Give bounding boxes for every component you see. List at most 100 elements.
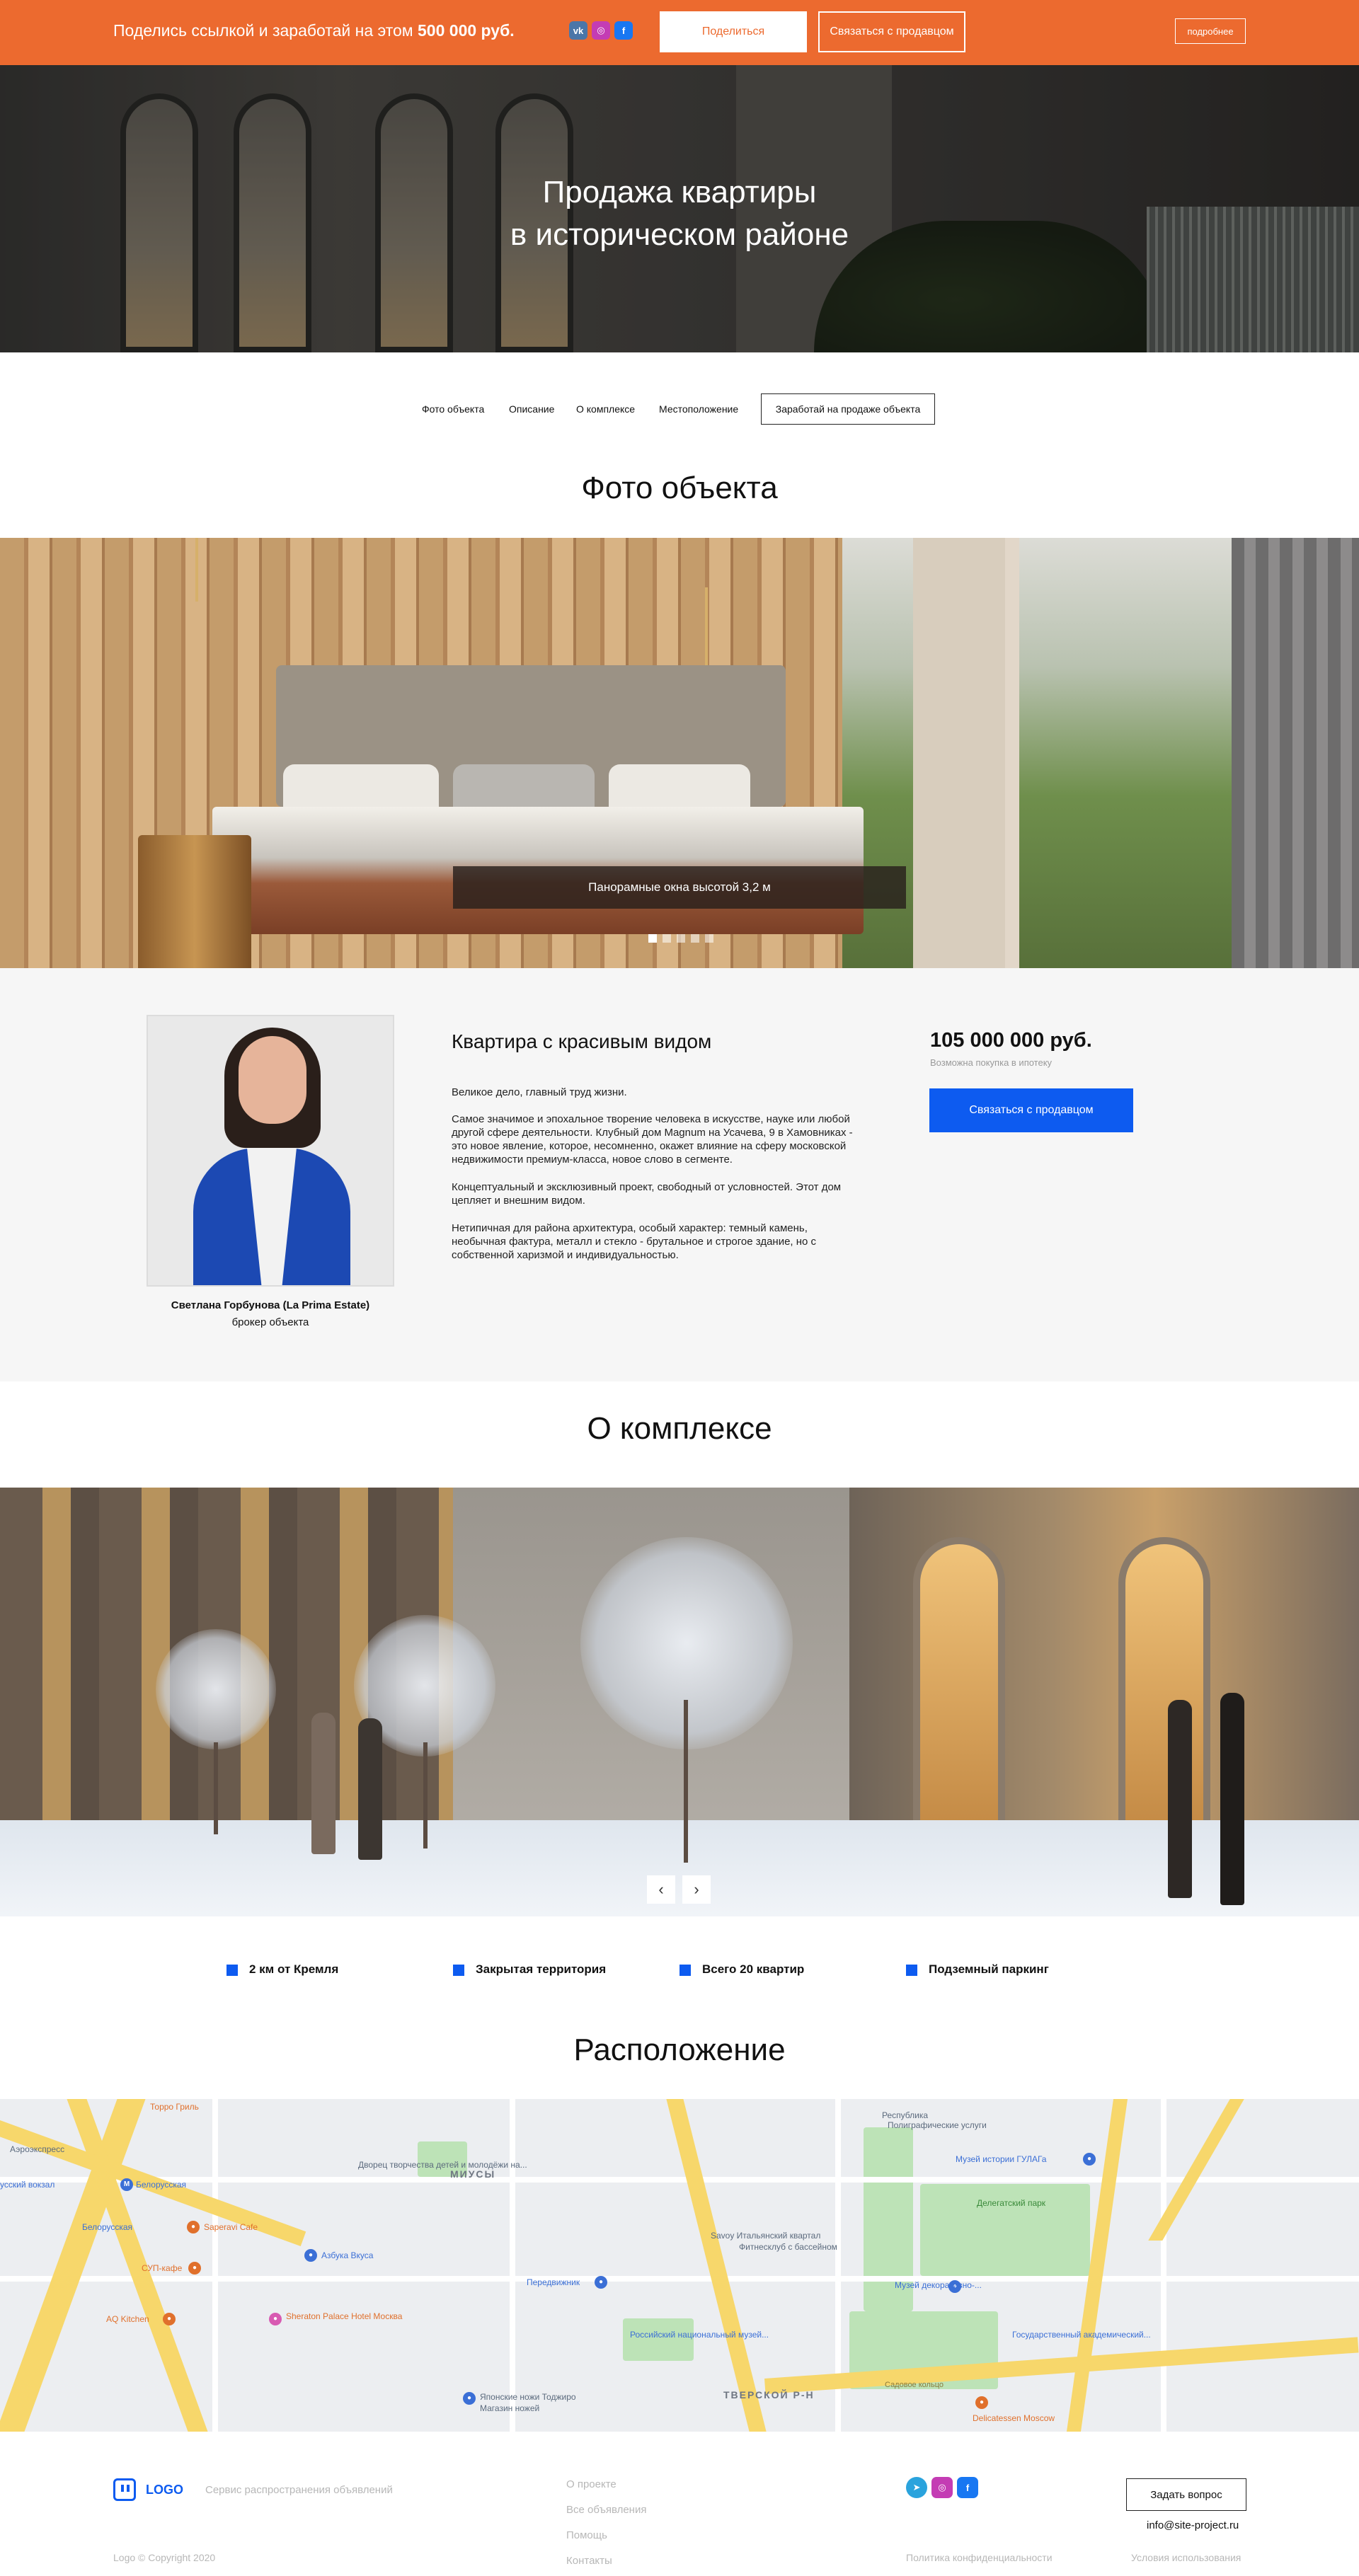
map-label[interactable]: Музей истории ГУЛАГа xyxy=(956,2154,1046,2164)
promo-amount: 500 000 руб. xyxy=(418,21,515,40)
map-label[interactable]: Республика xyxy=(882,2110,928,2120)
metro-pin-icon[interactable]: M xyxy=(120,2178,133,2191)
map-label[interactable]: Российский национальный музей... xyxy=(630,2330,769,2340)
map-label[interactable]: Государственный академический... xyxy=(1012,2330,1151,2340)
nav-link-complex[interactable]: О комплексе xyxy=(576,403,635,415)
anchor-nav: Фото объекта Описание О комплексе Местоп… xyxy=(0,393,1359,425)
map-label[interactable]: Музей декоративно-... xyxy=(895,2280,982,2290)
promo-text: Поделись ссылкой и заработай на этом 500… xyxy=(113,21,515,40)
map-label[interactable]: СУП-кафе xyxy=(142,2263,182,2273)
map-label[interactable]: усский вокзал xyxy=(0,2180,55,2190)
shop-pin-icon[interactable]: ● xyxy=(304,2249,317,2262)
map-label[interactable]: Белорусская xyxy=(82,2222,132,2232)
map-label[interactable]: Передвижник xyxy=(527,2277,580,2287)
slider-dot[interactable] xyxy=(663,934,671,943)
hotel-pin-icon[interactable]: ● xyxy=(269,2313,282,2325)
service-tagline: Сервис распространения объявлений xyxy=(205,2484,393,2496)
privacy-policy-link[interactable]: Политика конфиденциальности xyxy=(906,2552,1053,2563)
complex-slider[interactable] xyxy=(0,1488,1359,1916)
map-label[interactable]: Делегатский парк xyxy=(977,2198,1045,2208)
contact-seller-button[interactable]: Связаться с продавцом xyxy=(929,1088,1133,1132)
listing-section: Светлана Горбунова (La Prima Estate) бро… xyxy=(0,968,1359,1381)
person-figure xyxy=(1168,1700,1192,1898)
map-road-label: Садовое кольцо xyxy=(885,2381,944,2389)
feature-bullet-icon xyxy=(906,1965,917,1976)
complex-heading: О комплексе xyxy=(587,1411,772,1446)
food-pin-icon[interactable]: ● xyxy=(975,2396,988,2409)
nav-link-description[interactable]: Описание xyxy=(509,403,554,415)
feature-bullet-icon xyxy=(680,1965,691,1976)
food-pin-icon[interactable]: ● xyxy=(163,2313,176,2325)
footer-link-about[interactable]: О проекте xyxy=(566,2478,617,2490)
map-label[interactable]: Delicatessen Moscow xyxy=(973,2413,1055,2423)
slide-caption: Панорамные окна высотой 3,2 м xyxy=(453,866,906,909)
side-table xyxy=(138,835,251,968)
footer: LOGO Сервис распространения объявлений L… xyxy=(0,2432,1359,2576)
next-arrow-button[interactable]: › xyxy=(682,1875,711,1904)
contact-seller-top-button[interactable]: Связаться с продавцом xyxy=(818,11,965,52)
map-label[interactable]: Магазин ножей xyxy=(480,2403,539,2413)
location-map[interactable]: Торро Гриль Аэроэкспресс Дворец творчест… xyxy=(0,2099,1359,2432)
map-label[interactable]: Saperavi Cafe xyxy=(204,2222,258,2232)
agent-photo xyxy=(147,1015,394,1287)
map-district-label: МИУСЫ xyxy=(450,2168,496,2180)
instagram-icon[interactable]: ◎ xyxy=(931,2477,953,2498)
map-label[interactable]: Sheraton Palace Hotel Москва xyxy=(286,2311,402,2321)
map-label[interactable]: Дворец творчества детей и молодёжи на... xyxy=(358,2160,527,2170)
logo-text[interactable]: LOGO xyxy=(146,2483,183,2497)
agent-name: Светлана Горбунова (La Prima Estate) xyxy=(171,1299,370,1311)
slider-dot[interactable] xyxy=(705,934,713,943)
slider-dot[interactable] xyxy=(677,934,685,943)
map-label[interactable]: Аэроэкспресс xyxy=(10,2144,64,2154)
top-promo-bar: Поделись ссылкой и заработай на этом 500… xyxy=(0,0,1359,65)
person-figure xyxy=(1220,1693,1244,1905)
listing-title: Квартира с красивым видом xyxy=(452,1030,712,1052)
footer-link-contacts[interactable]: Контакты xyxy=(566,2555,612,2567)
copyright: Logo © Copyright 2020 xyxy=(113,2552,216,2563)
map-label[interactable]: Азбука Вкуса xyxy=(321,2250,373,2260)
museum-pin-icon[interactable]: ● xyxy=(595,2276,607,2289)
vk-icon[interactable]: vk xyxy=(569,21,587,40)
map-label[interactable]: Полиграфические услуги xyxy=(888,2120,987,2130)
nav-link-location[interactable]: Местоположение xyxy=(659,403,738,415)
facebook-icon[interactable]: f xyxy=(614,21,633,40)
slider-dot[interactable] xyxy=(648,934,657,943)
telegram-icon[interactable]: ➤ xyxy=(906,2477,927,2498)
terms-of-use-link[interactable]: Условия использования xyxy=(1131,2552,1241,2563)
shop-pin-icon[interactable]: ● xyxy=(463,2392,476,2405)
agent-role: брокер объекта xyxy=(231,1316,309,1328)
earn-on-sale-button[interactable]: Заработай на продаже объекта xyxy=(761,393,935,425)
footer-link-all-ads[interactable]: Все объявления xyxy=(566,2504,646,2516)
price: 105 000 000 руб. xyxy=(930,1029,1092,1052)
prev-arrow-button[interactable]: ‹ xyxy=(647,1875,675,1904)
share-button[interactable]: Поделиться xyxy=(660,11,807,52)
person-figure xyxy=(358,1718,382,1860)
person-figure xyxy=(311,1713,336,1854)
description-paragraph: Концептуальный и эксклюзивный проект, св… xyxy=(452,1181,842,1207)
curtain xyxy=(1232,538,1359,968)
facebook-icon[interactable]: f xyxy=(957,2477,978,2498)
food-pin-icon[interactable]: ● xyxy=(187,2221,200,2233)
description-paragraph: Самое значимое и эпохальное творение чел… xyxy=(452,1113,853,1166)
map-district-label: ТВЕРСКОЙ Р-Н xyxy=(723,2389,815,2400)
ask-question-button[interactable]: Задать вопрос xyxy=(1126,2478,1246,2511)
contact-email-link[interactable]: info@site-project.ru xyxy=(1147,2519,1239,2531)
hero-title: Продажа квартиры в историческом районе xyxy=(510,175,849,252)
logo-icon[interactable] xyxy=(113,2478,136,2501)
map-label[interactable]: Торро Гриль xyxy=(150,2102,199,2112)
map-label[interactable]: Фитнесклуб с бассейном xyxy=(739,2242,837,2252)
more-info-button[interactable]: подробнее xyxy=(1175,18,1246,44)
museum-pin-icon[interactable]: ● xyxy=(1083,2153,1096,2166)
nav-link-photos[interactable]: Фото объекта xyxy=(422,403,484,415)
feature-bullet-icon xyxy=(226,1965,238,1976)
food-pin-icon[interactable]: ● xyxy=(188,2262,201,2275)
slider-dot[interactable] xyxy=(691,934,699,943)
instagram-icon[interactable]: ◎ xyxy=(592,21,610,40)
map-label[interactable]: AQ Kitchen xyxy=(106,2314,149,2324)
map-label[interactable]: Японские ножи Тоджиро xyxy=(480,2392,576,2402)
map-label[interactable]: Savoy Итальянский квартал xyxy=(711,2231,820,2241)
map-label[interactable]: Белорусская xyxy=(136,2180,186,2190)
footer-link-help[interactable]: Помощь xyxy=(566,2529,607,2541)
hero-banner: Продажа квартиры в историческом районе xyxy=(0,65,1359,352)
mortgage-note: Возможна покупка в ипотеку xyxy=(930,1057,1053,1068)
